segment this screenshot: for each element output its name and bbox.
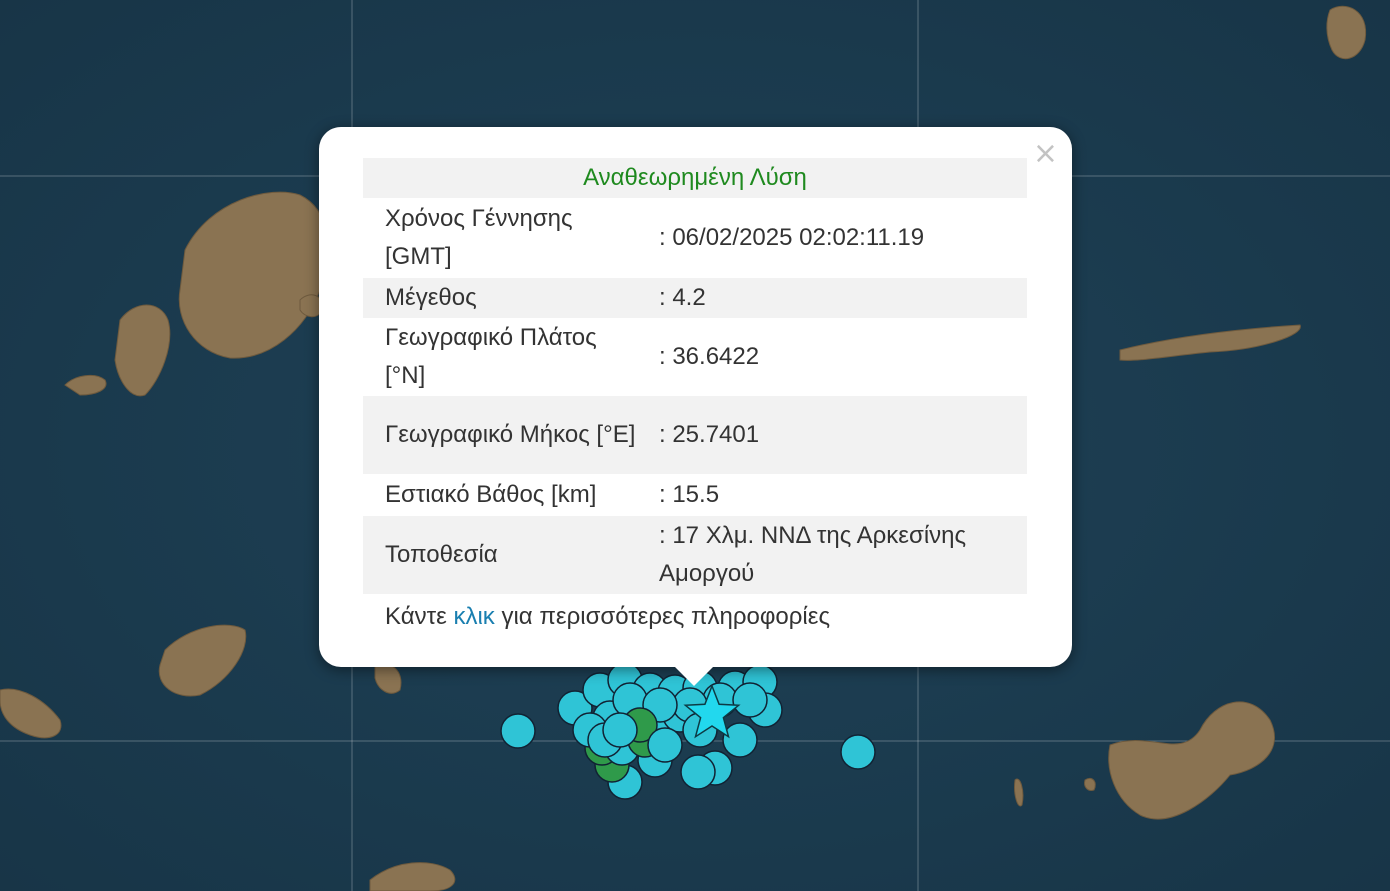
row-value-magnitude: : 4.2 — [659, 284, 706, 311]
more-info-link[interactable]: κλικ — [453, 603, 494, 630]
earthquake-marker[interactable] — [722, 722, 758, 758]
table-header-row: Αναθεωρημένη Λύση — [363, 158, 1027, 198]
table-row: Γεωγραφικό Μήκος [°E] : 25.7401 — [363, 396, 1027, 474]
table-row: Τοποθεσία : 17 Χλμ. ΝΝΔ της Αρκεσίνης Αμ… — [363, 516, 1027, 594]
row-label-latitude: Γεωγραφικό Πλάτος [°N] — [385, 324, 597, 389]
table-row: Χρόνος Γέννησης [GMT] : 06/02/2025 02:02… — [363, 198, 1027, 278]
close-icon[interactable]: × — [1033, 139, 1058, 169]
popup-tip — [672, 664, 716, 686]
row-value-latitude: : 36.6422 — [659, 343, 760, 370]
earthquake-marker[interactable] — [840, 734, 876, 770]
table-row: Μέγεθος : 4.2 — [363, 278, 1027, 318]
earthquake-marker[interactable] — [680, 754, 716, 790]
earthquake-info-table: Αναθεωρημένη Λύση Χρόνος Γέννησης [GMT] … — [363, 158, 1027, 594]
row-value-origin-time: : 06/02/2025 02:02:11.19 — [659, 224, 925, 251]
earthquake-popup: × Αναθεωρημένη Λύση Χρόνος Γέννησης [GMT… — [319, 127, 1072, 667]
table-row: Γεωγραφικό Πλάτος [°N] : 36.6422 — [363, 318, 1027, 396]
earthquake-marker[interactable] — [732, 682, 768, 718]
earthquake-marker[interactable] — [602, 712, 638, 748]
popup-footer: Κάντε κλικ για περισσότερες πληροφορίες — [363, 594, 1027, 632]
row-label-location: Τοποθεσία — [385, 541, 498, 568]
row-label-depth: Εστιακό Βάθος [km] — [385, 481, 597, 508]
row-label-magnitude: Μέγεθος — [385, 284, 477, 311]
table-row: Εστιακό Βάθος [km] : 15.5 — [363, 474, 1027, 516]
popup-title: Αναθεωρημένη Λύση — [583, 164, 807, 191]
popup-content: Αναθεωρημένη Λύση Χρόνος Γέννησης [GMT] … — [363, 158, 1027, 632]
earthquake-marker[interactable] — [647, 727, 683, 763]
earthquake-marker[interactable] — [500, 713, 536, 749]
row-value-location: : 17 Χλμ. ΝΝΔ της Αρκεσίνης Αμοργού — [659, 522, 967, 587]
island-levitha — [1326, 5, 1367, 60]
row-value-longitude: : 25.7401 — [659, 421, 760, 448]
island-islet-3 — [1084, 777, 1096, 791]
footer-text-before: Κάντε — [385, 603, 454, 630]
row-value-depth: : 15.5 — [659, 481, 720, 508]
row-label-longitude: Γεωγραφικό Μήκος [°E] — [385, 421, 636, 448]
footer-text-after: για περισσότερες πληροφορίες — [494, 603, 831, 630]
row-label-origin-time: Χρόνος Γέννησης [GMT] — [385, 205, 573, 270]
